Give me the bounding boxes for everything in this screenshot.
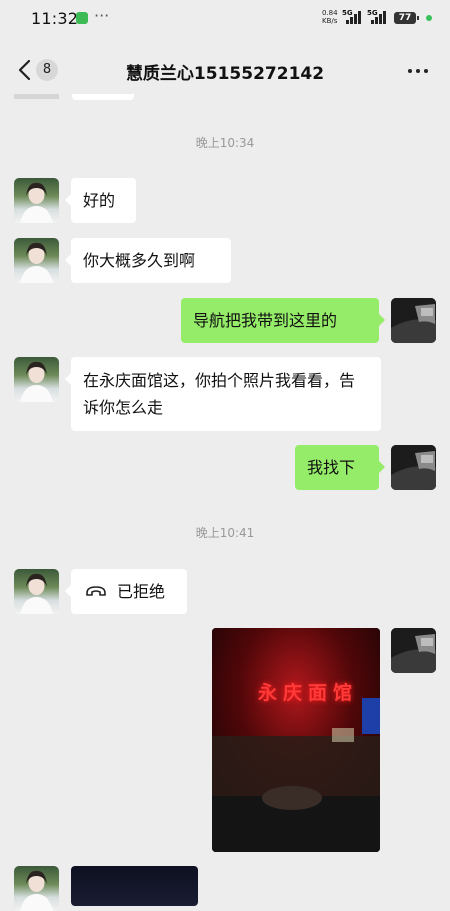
call-record-bubble[interactable]: 已拒绝 xyxy=(65,569,187,614)
phone-declined-icon xyxy=(86,586,106,596)
chat-timestamp: 晚上10:41 xyxy=(195,526,255,540)
signal-icon xyxy=(346,10,364,24)
chat-title: 慧质兰心15155272142 xyxy=(125,64,325,84)
contact-avatar[interactable] xyxy=(14,357,59,402)
contact-avatar[interactable] xyxy=(14,238,59,283)
contact-avatar[interactable] xyxy=(14,866,59,911)
previous-avatar-edge xyxy=(14,94,59,99)
my-avatar[interactable] xyxy=(391,298,436,343)
status-bar: 11:32 ··· 0.84 KB/s 5G 5G 77 xyxy=(0,0,450,38)
message-bubble-sent[interactable]: 导航把我带到这里的 xyxy=(181,298,385,343)
my-avatar[interactable] xyxy=(391,628,436,673)
call-status-label: 已拒绝 xyxy=(117,582,166,601)
message-bubble-received[interactable]: 你大概多久到啊 xyxy=(65,238,231,283)
message-bubble-received[interactable]: 好的 xyxy=(65,178,136,223)
photo-sign-text: 永庆面馆 xyxy=(258,682,359,704)
status-time: 11:32 xyxy=(31,9,79,28)
contact-avatar[interactable] xyxy=(14,569,59,614)
contact-avatar[interactable] xyxy=(14,178,59,223)
more-options-icon[interactable] xyxy=(404,58,432,82)
message-bubble-sent[interactable]: 我找下 xyxy=(295,445,385,490)
chat-timestamp: 晚上10:34 xyxy=(195,136,255,150)
battery-icon: 77 xyxy=(394,12,419,24)
more-notifications-icon: ··· xyxy=(94,6,110,25)
received-photo[interactable] xyxy=(71,866,198,906)
previous-message-edge xyxy=(72,94,134,100)
network-speed: 0.84 KB/s xyxy=(322,9,338,25)
charging-indicator-icon xyxy=(426,15,432,21)
message-notification-icon xyxy=(76,12,88,24)
message-bubble-received[interactable]: 在永庆面馆这，你拍个照片我看看，告诉你怎么走 xyxy=(65,357,381,431)
chat-header: 8 慧质兰心15155272142 xyxy=(0,40,450,100)
sent-photo[interactable]: 永庆面馆 xyxy=(212,628,380,852)
signal-icon xyxy=(371,10,389,24)
my-avatar[interactable] xyxy=(391,445,436,490)
